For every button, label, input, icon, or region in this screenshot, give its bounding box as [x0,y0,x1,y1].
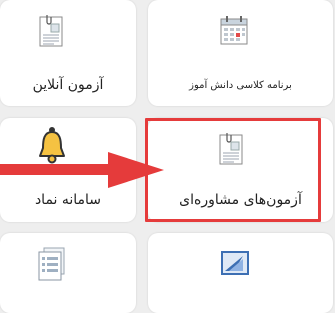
tile-student-class-schedule[interactable]: برنامه کلاسی دانش آموز [148,0,333,106]
tile-online-exam[interactable]: آزمون آنلاین [0,0,136,106]
tile-label: آزمون آنلاین [32,77,104,93]
calendar-icon [219,14,249,50]
list-icon [36,247,66,285]
presentation-icon [221,251,249,281]
arrow-icon [0,152,164,188]
document-icon [38,14,64,52]
highlight-frame [145,118,321,222]
tile-list[interactable] [0,233,136,313]
tile-presentation[interactable] [148,233,333,313]
tile-label: سامانه نماد [34,192,102,208]
tile-label: برنامه کلاسی دانش آموز [189,80,292,91]
